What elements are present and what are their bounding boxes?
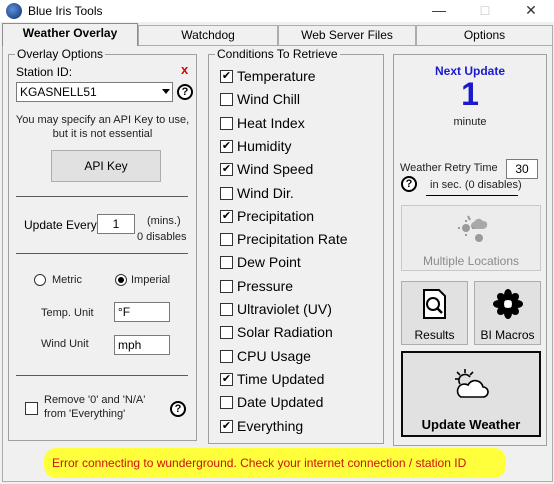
- retry-help-icon[interactable]: ?: [401, 176, 417, 192]
- tab-web-server-files[interactable]: Web Server Files: [278, 25, 416, 45]
- divider: [16, 375, 188, 376]
- condition-label: Wind Chill: [237, 91, 301, 107]
- update-weather-button[interactable]: Update Weather: [401, 351, 541, 437]
- retry-input[interactable]: [506, 159, 538, 179]
- title-bar: Blue Iris Tools — □ ✕: [0, 0, 554, 22]
- conditions-legend: Conditions To Retrieve: [215, 47, 340, 61]
- condition-checkbox[interactable]: [220, 187, 233, 200]
- remove-na-line1: Remove '0' and 'N/A': [44, 394, 146, 406]
- station-help-icon[interactable]: ?: [177, 84, 193, 100]
- condition-checkbox[interactable]: [220, 93, 233, 106]
- station-id-label: Station ID:: [16, 65, 73, 79]
- condition-label: Pressure: [237, 278, 294, 294]
- multiple-locations-button[interactable]: Multiple Locations: [401, 205, 541, 271]
- bi-macros-label: BI Macros: [480, 328, 535, 342]
- condition-checkbox[interactable]: ✔: [220, 140, 233, 153]
- right-panel-group: Next Update 1 minute Weather Retry Time …: [393, 54, 547, 446]
- overlay-options-group: Overlay Options Station ID: x KGASNELL51…: [8, 47, 197, 441]
- results-icon: [423, 289, 446, 319]
- next-update-unit: minute: [453, 116, 487, 128]
- metric-label: Metric: [52, 274, 82, 286]
- wind-unit-label: Wind Unit: [41, 338, 89, 350]
- update-weather-label: Update Weather: [421, 417, 521, 432]
- api-note-line2: but it is not essential: [52, 128, 153, 140]
- multiple-locations-icon: [458, 215, 488, 242]
- bi-macros-button[interactable]: BI Macros: [474, 281, 541, 345]
- condition-checkbox[interactable]: [220, 256, 233, 269]
- remove-na-line2: from 'Everything': [44, 408, 126, 420]
- window-title: Blue Iris Tools: [28, 4, 103, 18]
- condition-checkbox[interactable]: ✔: [220, 420, 233, 433]
- condition-checkbox[interactable]: ✔: [220, 163, 233, 176]
- condition-checkbox[interactable]: [220, 280, 233, 293]
- condition-label: Precipitation Rate: [237, 231, 348, 247]
- results-button[interactable]: Results: [401, 281, 468, 345]
- condition-label: Ultraviolet (UV): [237, 301, 332, 317]
- condition-label: Time Updated: [237, 371, 325, 387]
- partly-cloudy-icon: [455, 369, 489, 398]
- update-every-input[interactable]: [97, 214, 135, 234]
- multiple-locations-label: Multiple Locations: [422, 254, 520, 268]
- condition-checkbox[interactable]: ✔: [220, 70, 233, 83]
- temp-unit-label: Temp. Unit: [41, 307, 94, 319]
- condition-checkbox[interactable]: [220, 350, 233, 363]
- maximize-icon[interactable]: □: [462, 0, 508, 22]
- divider: [16, 196, 188, 197]
- retry-label: Weather Retry Time: [400, 162, 498, 174]
- close-icon[interactable]: ✕: [508, 0, 554, 22]
- status-banner: Error connecting to wunderground. Check …: [44, 448, 506, 478]
- temp-unit-input[interactable]: [114, 302, 170, 322]
- retry-underline: [426, 195, 518, 196]
- divider: [16, 253, 188, 254]
- condition-checkbox[interactable]: [220, 117, 233, 130]
- api-key-button[interactable]: API Key: [51, 150, 161, 182]
- condition-label: Date Updated: [237, 394, 324, 410]
- app-icon: [6, 3, 22, 19]
- status-message: Error connecting to wunderground. Check …: [52, 456, 467, 470]
- condition-label: Solar Radiation: [237, 324, 333, 340]
- station-id-select[interactable]: KGASNELL51: [16, 82, 173, 102]
- clear-station-icon[interactable]: x: [181, 62, 188, 77]
- overlay-options-legend: Overlay Options: [15, 47, 106, 61]
- condition-label: Temperature: [237, 68, 316, 84]
- retry-note: in sec. (0 disables): [430, 179, 522, 191]
- condition-checkbox[interactable]: [220, 233, 233, 246]
- condition-label: Wind Speed: [237, 161, 314, 177]
- conditions-group: Conditions To Retrieve ✔ Temperature Wind …: [208, 47, 384, 444]
- condition-checkbox[interactable]: [220, 396, 233, 409]
- minimize-icon[interactable]: —: [416, 0, 462, 22]
- condition-label: Everything: [237, 418, 304, 434]
- update-every-label: Update Every: [24, 218, 97, 232]
- results-label: Results: [414, 328, 455, 342]
- condition-checkbox[interactable]: ✔: [220, 210, 233, 223]
- condition-checkbox[interactable]: [220, 303, 233, 316]
- update-unit-label: (mins.): [147, 215, 181, 227]
- imperial-label: Imperial: [131, 274, 171, 286]
- condition-label: Humidity: [237, 138, 292, 154]
- station-id-value: KGASNELL51: [20, 85, 97, 99]
- condition-checkbox[interactable]: [220, 326, 233, 339]
- main-window: Weather Overlay Watchdog Web Server File…: [0, 22, 554, 484]
- remove-na-checkbox[interactable]: [25, 402, 38, 415]
- imperial-radio[interactable]: [115, 274, 127, 286]
- update-disable-note: 0 disables: [137, 231, 187, 243]
- condition-label: Wind Dir.: [237, 185, 294, 201]
- condition-label: Precipitation: [237, 208, 315, 224]
- next-update-value: 1: [461, 76, 479, 112]
- condition-label: CPU Usage: [237, 348, 311, 364]
- metric-radio[interactable]: [34, 274, 46, 286]
- chevron-down-icon: [162, 89, 170, 94]
- condition-label: Dew Point: [237, 254, 301, 270]
- flower-icon: [493, 289, 523, 319]
- api-note-line1: You may specify an API Key to use,: [15, 114, 190, 126]
- remove-help-icon[interactable]: ?: [170, 401, 186, 417]
- tab-panel-weather-overlay: Overlay Options Station ID: x KGASNELL51…: [2, 45, 553, 482]
- tab-watchdog[interactable]: Watchdog: [138, 25, 278, 45]
- wind-unit-input[interactable]: [114, 335, 170, 355]
- tab-weather-overlay[interactable]: Weather Overlay: [2, 23, 138, 46]
- condition-checkbox[interactable]: ✔: [220, 373, 233, 386]
- condition-label: Heat Index: [237, 115, 305, 131]
- tab-options[interactable]: Options: [416, 25, 553, 45]
